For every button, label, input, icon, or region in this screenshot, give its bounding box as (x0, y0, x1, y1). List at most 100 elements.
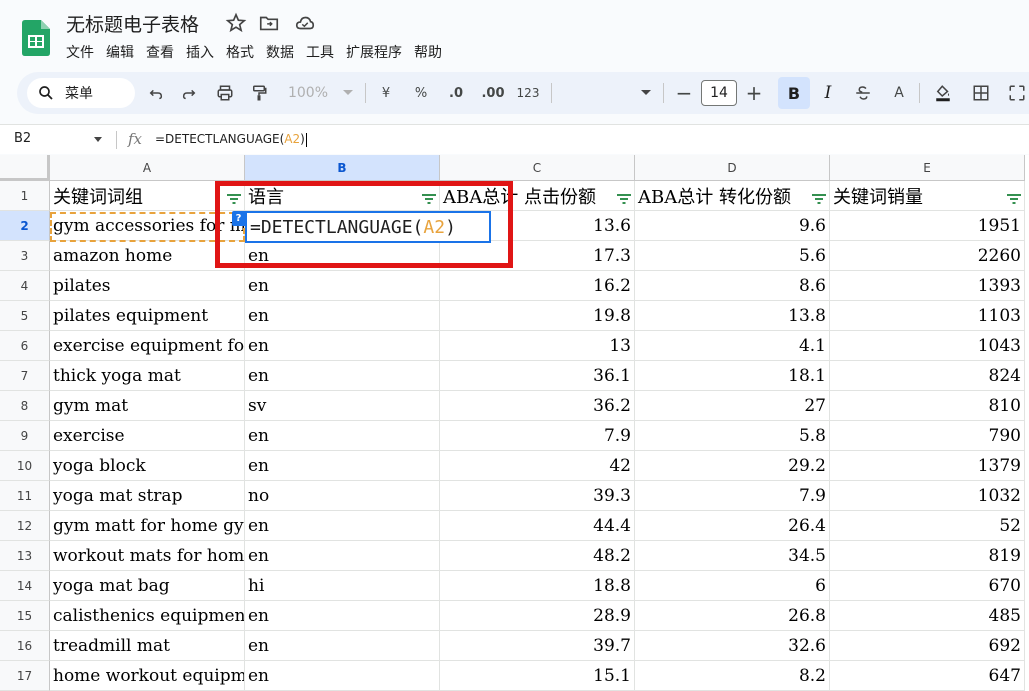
table-cell[interactable]: 9.6 (635, 211, 830, 241)
table-cell[interactable]: 4.1 (635, 331, 830, 361)
table-cell[interactable]: yoga mat bag (50, 571, 245, 601)
table-cell[interactable]: treadmill mat (50, 631, 245, 661)
table-cell[interactable]: 18.8 (440, 571, 635, 601)
zoom-select[interactable]: 100% (285, 72, 331, 114)
table-cell[interactable]: 48.2 (440, 541, 635, 571)
merge-cells-button[interactable] (1005, 72, 1029, 114)
fill-color-button[interactable] (931, 72, 955, 114)
increase-font-size-button[interactable]: + (744, 72, 764, 114)
cloud-saved-icon[interactable] (294, 12, 316, 34)
table-cell[interactable]: calisthenics equipment (50, 601, 245, 631)
table-cell[interactable]: en (245, 511, 440, 541)
move-to-folder-icon[interactable] (258, 12, 280, 34)
bold-button[interactable]: B (778, 77, 810, 109)
table-cell[interactable]: en (245, 631, 440, 661)
table-cell[interactable]: 790 (830, 421, 1025, 451)
menu-edit[interactable]: 编辑 (106, 42, 142, 62)
table-cell[interactable]: thick yoga mat (50, 361, 245, 391)
table-cell[interactable]: 16.2 (440, 271, 635, 301)
table-cell[interactable]: 1379 (830, 451, 1025, 481)
table-cell[interactable]: en (245, 421, 440, 451)
sheets-logo-icon[interactable] (22, 20, 50, 56)
table-cell[interactable]: 44.4 (440, 511, 635, 541)
table-cell[interactable]: no (245, 481, 440, 511)
table-cell[interactable]: gym matt for home gym (50, 511, 245, 541)
row-header[interactable]: 4 (0, 271, 50, 301)
table-cell[interactable]: en (245, 271, 440, 301)
row-header[interactable]: 13 (0, 541, 50, 571)
row-header[interactable]: 10 (0, 451, 50, 481)
table-cell[interactable]: 39.3 (440, 481, 635, 511)
search-menus-button[interactable]: 菜单 (27, 78, 135, 108)
header-cell[interactable]: 关键词销量 (830, 181, 1025, 211)
row-header[interactable]: 15 (0, 601, 50, 631)
font-dropdown-icon[interactable] (641, 89, 651, 97)
table-cell[interactable]: 7.9 (635, 481, 830, 511)
table-cell[interactable]: 5.8 (635, 421, 830, 451)
table-cell[interactable]: sv (245, 391, 440, 421)
font-size-input[interactable]: 14 (701, 80, 737, 106)
name-box[interactable]: B2 (14, 131, 31, 146)
menu-tools[interactable]: 工具 (306, 42, 342, 62)
table-cell[interactable]: 819 (830, 541, 1025, 571)
more-formats-button[interactable]: 123 (515, 72, 541, 114)
table-cell[interactable]: 13 (440, 331, 635, 361)
star-icon[interactable] (225, 12, 247, 34)
table-cell[interactable]: exercise (50, 421, 245, 451)
column-header-b[interactable]: B (245, 155, 440, 181)
table-cell[interactable]: 18.1 (635, 361, 830, 391)
print-button[interactable] (213, 72, 237, 114)
table-cell[interactable]: 485 (830, 601, 1025, 631)
row-header[interactable]: 11 (0, 481, 50, 511)
table-cell[interactable]: 647 (830, 661, 1025, 691)
spreadsheet-grid[interactable]: A B C D E 1 关键词词组 语言 ABA总计 点击份额 ABA总计 转化份额 关键词销量 2 g… (0, 155, 1029, 691)
table-cell[interactable]: 34.5 (635, 541, 830, 571)
table-cell[interactable]: 26.4 (635, 511, 830, 541)
table-cell[interactable]: home workout equipment (50, 661, 245, 691)
table-cell[interactable]: 1032 (830, 481, 1025, 511)
table-cell[interactable]: 2260 (830, 241, 1025, 271)
increase-decimal-button[interactable]: .00 (479, 72, 507, 114)
cell-editor[interactable]: =DETECTLANGUAGE(A2) (245, 211, 491, 243)
table-cell[interactable]: 7.9 (440, 421, 635, 451)
menu-view[interactable]: 查看 (146, 42, 182, 62)
table-cell[interactable]: gym mat (50, 391, 245, 421)
row-header[interactable]: 2 (0, 211, 50, 241)
table-cell[interactable]: en (245, 331, 440, 361)
decrease-decimal-button[interactable]: .0 (443, 72, 469, 114)
table-cell[interactable]: 42 (440, 451, 635, 481)
table-cell[interactable]: en (245, 361, 440, 391)
menu-data[interactable]: 数据 (266, 42, 302, 62)
table-cell[interactable]: workout mats for home (50, 541, 245, 571)
filter-icon[interactable] (422, 194, 436, 204)
table-cell[interactable]: en (245, 541, 440, 571)
currency-format-button[interactable]: ¥ (375, 72, 397, 114)
table-cell[interactable]: 28.9 (440, 601, 635, 631)
table-cell[interactable]: pilates equipment (50, 301, 245, 331)
formula-input[interactable]: =DETECTLANGUAGE(A2) (155, 132, 307, 147)
menu-extensions[interactable]: 扩展程序 (346, 42, 410, 62)
table-cell[interactable]: amazon home (50, 241, 245, 271)
table-cell[interactable]: 27 (635, 391, 830, 421)
menu-file[interactable]: 文件 (66, 42, 102, 62)
menu-format[interactable]: 格式 (226, 42, 262, 62)
select-all-corner[interactable] (0, 155, 50, 181)
table-cell[interactable]: 29.2 (635, 451, 830, 481)
row-header[interactable]: 9 (0, 421, 50, 451)
header-cell[interactable]: ABA总计 转化份额 (635, 181, 830, 211)
column-header-e[interactable]: E (830, 155, 1025, 181)
table-cell[interactable]: 36.2 (440, 391, 635, 421)
document-title[interactable]: 无标题电子表格 (66, 10, 199, 37)
strikethrough-button[interactable] (851, 72, 875, 114)
decrease-font-size-button[interactable]: − (675, 72, 693, 114)
paint-format-button[interactable] (247, 72, 271, 114)
table-cell[interactable]: 19.8 (440, 301, 635, 331)
table-cell[interactable]: 1043 (830, 331, 1025, 361)
text-color-button[interactable]: A (889, 72, 909, 114)
undo-button[interactable] (145, 72, 167, 114)
table-cell[interactable]: 810 (830, 391, 1025, 421)
table-cell[interactable]: 52 (830, 511, 1025, 541)
menu-help[interactable]: 帮助 (414, 42, 450, 62)
menu-insert[interactable]: 插入 (186, 42, 222, 62)
table-cell[interactable]: 1951 (830, 211, 1025, 241)
